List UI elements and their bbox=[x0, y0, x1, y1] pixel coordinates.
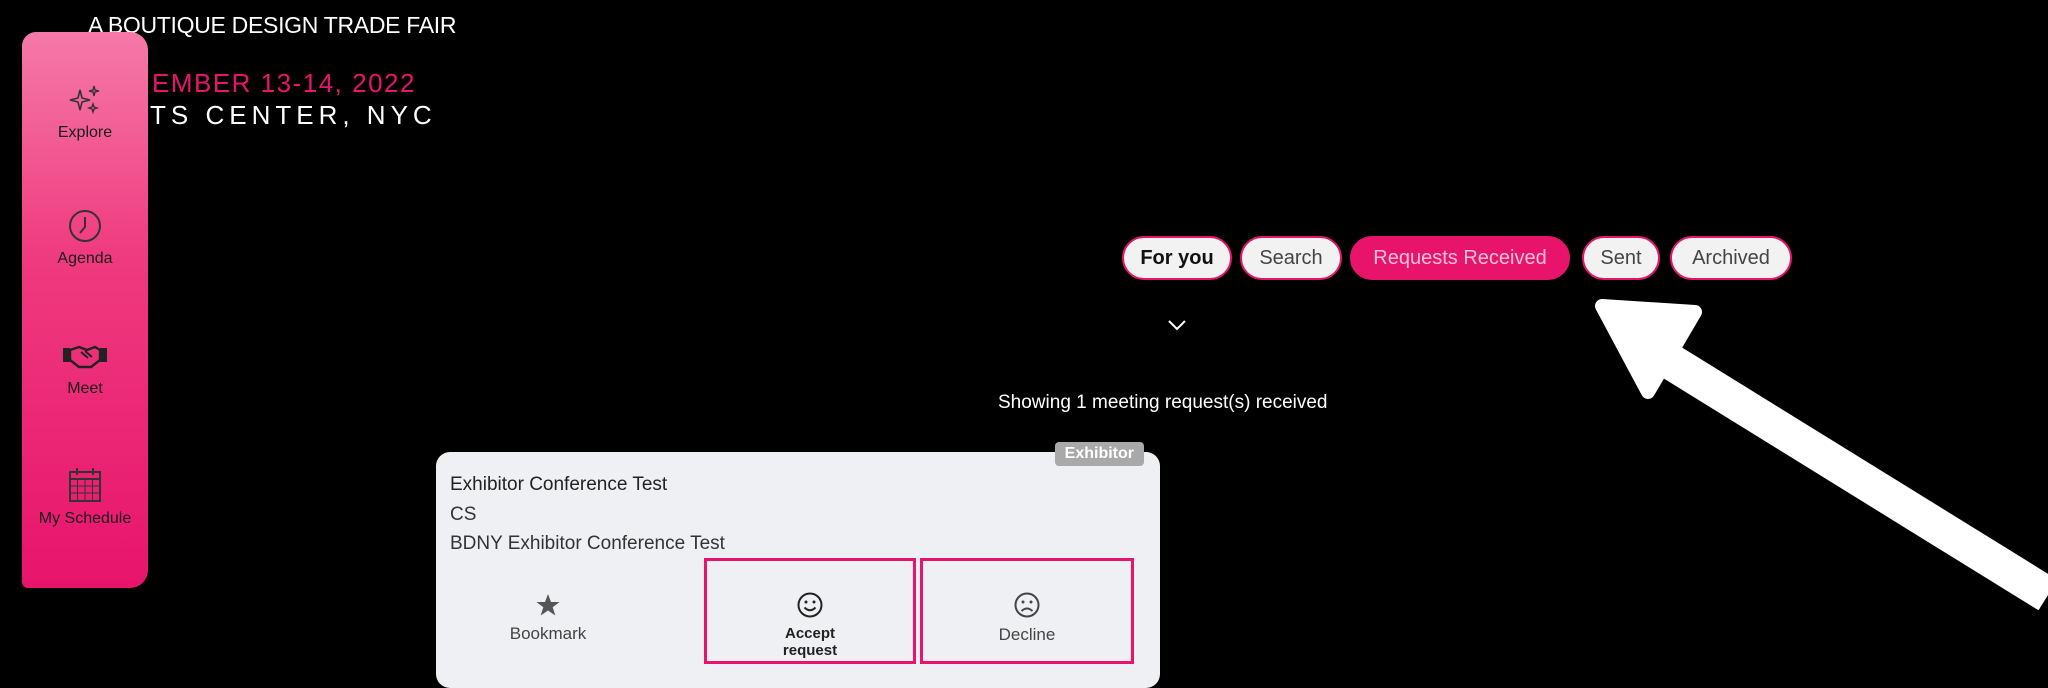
annotation-arrow bbox=[1595, 299, 2048, 611]
